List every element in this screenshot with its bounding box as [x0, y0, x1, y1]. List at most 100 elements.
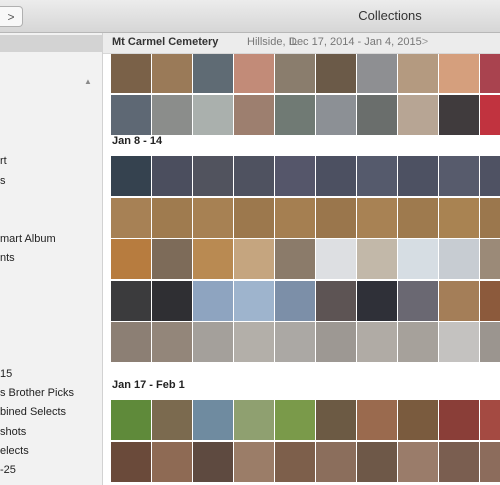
photo-thumbnail[interactable] [398, 322, 438, 362]
photo-thumbnail[interactable] [357, 441, 397, 482]
photo-thumbnail[interactable] [193, 400, 233, 440]
sidebar-item[interactable]: rt [0, 155, 7, 167]
photo-thumbnail[interactable] [439, 239, 479, 279]
photo-thumbnail[interactable] [398, 53, 438, 93]
photo-thumbnail[interactable] [439, 322, 479, 362]
photo-thumbnail[interactable] [152, 156, 192, 196]
photo-thumbnail[interactable] [480, 53, 500, 93]
photo-thumbnail[interactable] [439, 441, 479, 482]
photo-thumbnail[interactable] [357, 322, 397, 362]
photo-thumbnail[interactable] [111, 322, 151, 362]
photo-thumbnail[interactable] [316, 441, 356, 482]
photo-thumbnail[interactable] [480, 156, 500, 196]
photo-thumbnail[interactable] [111, 156, 151, 196]
photo-thumbnail[interactable] [275, 94, 315, 135]
photo-thumbnail[interactable] [234, 53, 274, 93]
photo-thumbnail[interactable] [480, 280, 500, 321]
photo-thumbnail[interactable] [398, 441, 438, 482]
photo-thumbnail[interactable] [193, 53, 233, 93]
photo-thumbnail[interactable] [234, 280, 274, 321]
photo-thumbnail[interactable] [398, 280, 438, 321]
photo-thumbnail[interactable] [234, 322, 274, 362]
photo-thumbnail[interactable] [234, 94, 274, 135]
sidebar-item[interactable]: s Brother Picks [0, 387, 74, 399]
photo-thumbnail[interactable] [234, 441, 274, 482]
photo-thumbnail[interactable] [275, 441, 315, 482]
photo-thumbnail[interactable] [357, 53, 397, 93]
photo-thumbnail[interactable] [439, 197, 479, 238]
photo-thumbnail[interactable] [111, 280, 151, 321]
photo-thumbnail[interactable] [275, 280, 315, 321]
photo-thumbnail[interactable] [152, 197, 192, 238]
photo-thumbnail[interactable] [152, 94, 192, 135]
photo-thumbnail[interactable] [480, 322, 500, 362]
photo-thumbnail[interactable] [316, 400, 356, 440]
photo-thumbnail[interactable] [193, 322, 233, 362]
photo-thumbnail[interactable] [357, 156, 397, 196]
photo-thumbnail[interactable] [111, 197, 151, 238]
photo-thumbnail[interactable] [357, 197, 397, 238]
sidebar-item[interactable]: s [0, 175, 6, 187]
photo-thumbnail[interactable] [357, 94, 397, 135]
photo-thumbnail[interactable] [316, 197, 356, 238]
photo-thumbnail[interactable] [480, 400, 500, 440]
photo-thumbnail[interactable] [275, 239, 315, 279]
photo-thumbnail[interactable] [111, 239, 151, 279]
forward-button[interactable]: > [0, 6, 23, 27]
photo-thumbnail[interactable] [398, 94, 438, 135]
photo-thumbnail[interactable] [357, 239, 397, 279]
photo-thumbnail[interactable] [439, 400, 479, 440]
photo-thumbnail[interactable] [480, 441, 500, 482]
photo-thumbnail[interactable] [152, 441, 192, 482]
photo-thumbnail[interactable] [275, 197, 315, 238]
photo-thumbnail[interactable] [316, 280, 356, 321]
sidebar-item[interactable]: nts [0, 252, 15, 264]
photo-thumbnail[interactable] [152, 400, 192, 440]
triangle-up-icon[interactable]: ▲ [84, 77, 92, 86]
photo-thumbnail[interactable] [234, 400, 274, 440]
photo-thumbnail[interactable] [316, 53, 356, 93]
photo-thumbnail[interactable] [439, 94, 479, 135]
photo-thumbnail[interactable] [398, 239, 438, 279]
photo-thumbnail[interactable] [193, 156, 233, 196]
photo-thumbnail[interactable] [111, 441, 151, 482]
photo-thumbnail[interactable] [234, 156, 274, 196]
photo-thumbnail[interactable] [193, 441, 233, 482]
photo-thumbnail[interactable] [398, 197, 438, 238]
photo-thumbnail[interactable] [439, 156, 479, 196]
photo-thumbnail[interactable] [234, 197, 274, 238]
sidebar-item[interactable]: bined Selects [0, 406, 66, 418]
photo-thumbnail[interactable] [111, 400, 151, 440]
photo-thumbnail[interactable] [398, 400, 438, 440]
photo-thumbnail[interactable] [316, 239, 356, 279]
photo-thumbnail[interactable] [193, 94, 233, 135]
photo-thumbnail[interactable] [357, 280, 397, 321]
photo-thumbnail[interactable] [316, 156, 356, 196]
photo-thumbnail[interactable] [152, 53, 192, 93]
photo-thumbnail[interactable] [193, 280, 233, 321]
sidebar-item[interactable]: mart Album [0, 233, 56, 245]
sidebar-item[interactable]: 15 [0, 368, 12, 380]
photo-thumbnail[interactable] [480, 239, 500, 279]
photo-thumbnail[interactable] [152, 239, 192, 279]
photo-thumbnail[interactable] [275, 400, 315, 440]
moment-header[interactable]: Mt Carmel Cemetery Hillside, IL Dec 17, … [103, 33, 500, 54]
photo-thumbnail[interactable] [234, 239, 274, 279]
photo-thumbnail[interactable] [316, 94, 356, 135]
photo-thumbnail[interactable] [275, 53, 315, 93]
moment-title[interactable]: Mt Carmel Cemetery [112, 36, 218, 48]
photo-thumbnail[interactable] [275, 322, 315, 362]
photo-thumbnail[interactable] [193, 239, 233, 279]
photo-thumbnail[interactable] [357, 400, 397, 440]
sidebar-item[interactable]: shots [0, 426, 26, 438]
sidebar-item[interactable]: elects [0, 445, 29, 457]
photo-thumbnail[interactable] [193, 197, 233, 238]
photo-thumbnail[interactable] [439, 280, 479, 321]
photo-thumbnail[interactable] [111, 53, 151, 93]
photo-thumbnail[interactable] [480, 197, 500, 238]
photo-thumbnail[interactable] [152, 322, 192, 362]
photo-thumbnail[interactable] [111, 94, 151, 135]
photo-thumbnail[interactable] [152, 280, 192, 321]
photo-thumbnail[interactable] [480, 94, 500, 135]
photo-thumbnail[interactable] [316, 322, 356, 362]
